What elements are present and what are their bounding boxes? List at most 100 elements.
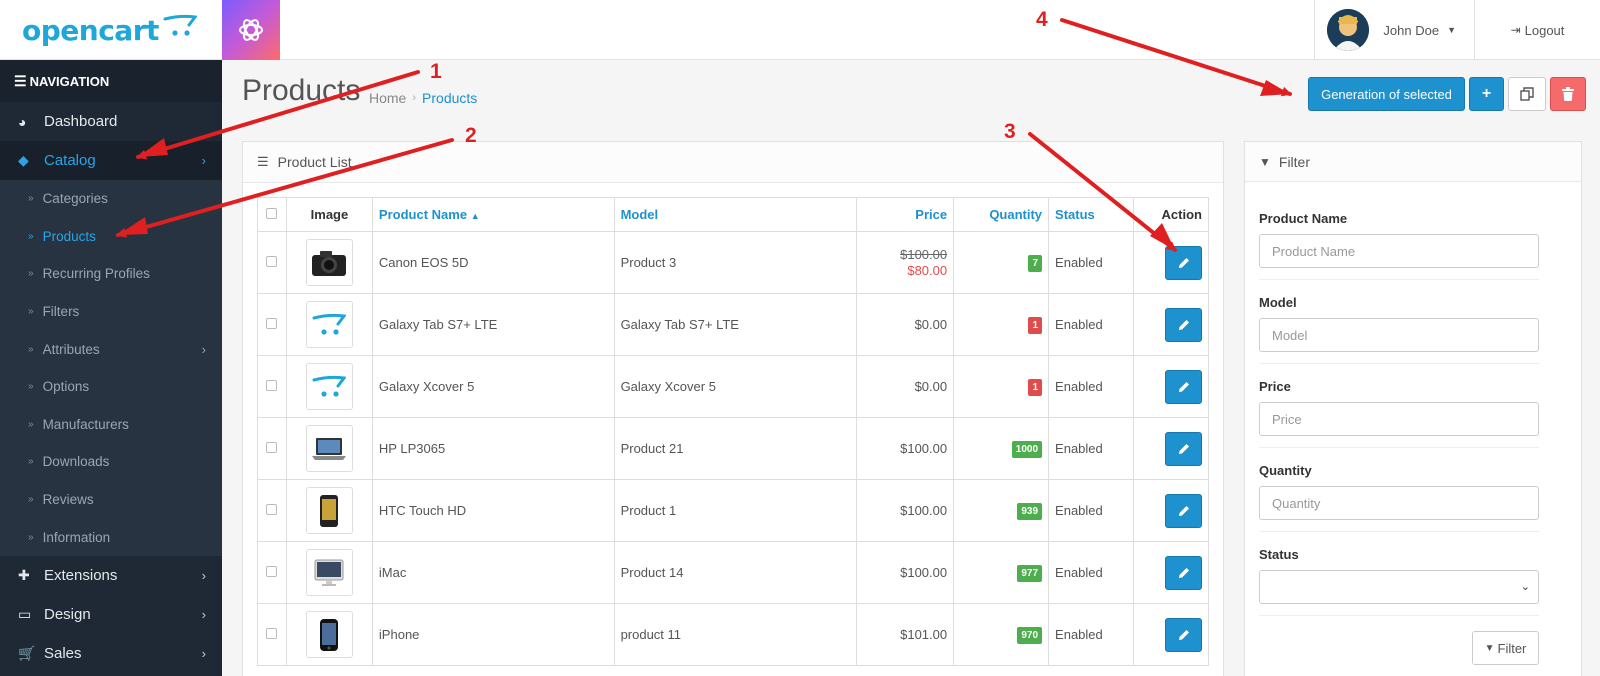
sidebar-subitem-attributes[interactable]: » Attributes › bbox=[0, 330, 222, 368]
column-quantity[interactable]: Quantity bbox=[953, 197, 1050, 232]
filter-model-input[interactable] bbox=[1259, 318, 1539, 352]
product-price: $100.00 bbox=[900, 441, 948, 456]
avatar bbox=[1327, 9, 1370, 51]
sidebar-subitem-recurring-profiles[interactable]: » Recurring Profiles bbox=[0, 255, 222, 293]
sidebar-item-dashboard[interactable]: ◕ Dashboard bbox=[0, 102, 222, 141]
row-checkbox[interactable] bbox=[266, 380, 278, 391]
product-image-cell bbox=[285, 541, 373, 604]
sidebar-item-catalog[interactable]: ◆ Catalog › bbox=[0, 141, 222, 180]
row-checkbox[interactable] bbox=[266, 318, 278, 329]
sidebar-subitem-filters[interactable]: » Filters bbox=[0, 292, 222, 331]
filter-quantity-label: Quantity bbox=[1259, 463, 1312, 478]
chevron-down-icon: ⌄ bbox=[1520, 581, 1530, 593]
column-status[interactable]: Status bbox=[1048, 197, 1134, 232]
filter-product-name-input[interactable] bbox=[1259, 234, 1539, 268]
original-price: $100.00 bbox=[900, 246, 948, 262]
product-price-cell: $100.00 bbox=[856, 541, 955, 604]
row-select-cell bbox=[257, 417, 287, 480]
edit-button[interactable] bbox=[1165, 369, 1202, 404]
sidebar-subitem-products[interactable]: » Products bbox=[0, 217, 222, 256]
filter-button[interactable]: ▼ Filter bbox=[1472, 631, 1539, 665]
sidebar-subitem-label: Information bbox=[42, 529, 111, 545]
sidebar-subitem-information[interactable]: » Information bbox=[0, 518, 222, 556]
product-status: Enabled bbox=[1048, 417, 1134, 480]
edit-button[interactable] bbox=[1165, 431, 1202, 466]
sidebar-item-sales[interactable]: 🛒 Sales › bbox=[0, 634, 222, 673]
product-price: $0.00 bbox=[914, 379, 948, 394]
product-price-cell: $0.00 bbox=[856, 355, 955, 418]
edit-button[interactable] bbox=[1165, 617, 1202, 652]
product-price-cell: $100.00 $80.00 bbox=[856, 231, 955, 294]
page-title: Products bbox=[242, 74, 361, 107]
select-all-cell bbox=[257, 197, 287, 232]
sidebar-item-design[interactable]: ▭ Design › bbox=[0, 595, 222, 634]
select-all-checkbox[interactable] bbox=[266, 208, 278, 219]
product-quantity-cell: 1 bbox=[953, 293, 1050, 356]
add-new-button[interactable]: + bbox=[1469, 77, 1504, 111]
column-model[interactable]: Model bbox=[613, 197, 858, 232]
filter-panel: ▼ Filter Product Name Model Price Quanti… bbox=[1244, 141, 1582, 676]
edit-button[interactable] bbox=[1165, 493, 1202, 528]
row-checkbox[interactable] bbox=[266, 628, 278, 639]
column-price[interactable]: Price bbox=[856, 197, 955, 232]
sidebar-subitem-reviews[interactable]: » Reviews bbox=[0, 480, 222, 519]
row-select-cell bbox=[257, 355, 287, 418]
sidebar-subitem-manufacturers[interactable]: » Manufacturers bbox=[0, 405, 222, 444]
table-row: iMac Product 14 $100.00 977 Enabled bbox=[257, 541, 1210, 604]
row-checkbox[interactable] bbox=[266, 442, 278, 453]
product-thumbnail bbox=[305, 301, 353, 348]
filter-title: Filter bbox=[1278, 153, 1311, 170]
edit-button[interactable] bbox=[1165, 245, 1202, 280]
sidebar-navigation: ☰ NAVIGATION ◕ Dashboard ◆ Catalog › » C… bbox=[0, 60, 222, 676]
sort-asc-icon: ▲ bbox=[470, 211, 480, 221]
double-chevron-icon: » bbox=[28, 381, 34, 393]
breadcrumb: Home › Products bbox=[369, 90, 477, 106]
puzzle-icon: ✚ bbox=[18, 566, 30, 583]
delete-button[interactable] bbox=[1550, 77, 1586, 111]
breadcrumb-products[interactable]: Products bbox=[422, 90, 477, 106]
pencil-icon bbox=[1178, 567, 1189, 578]
openai-icon[interactable] bbox=[222, 0, 280, 60]
product-action-cell bbox=[1132, 293, 1210, 356]
filter-price-input[interactable] bbox=[1259, 402, 1539, 436]
filter-status-select[interactable]: ⌄ bbox=[1259, 570, 1539, 604]
list-icon: ☰ bbox=[257, 154, 269, 169]
row-checkbox[interactable] bbox=[266, 504, 278, 515]
filter-quantity-input[interactable] bbox=[1259, 486, 1539, 520]
logout-link[interactable]: ⇥ Logout bbox=[1474, 0, 1600, 60]
copy-button[interactable] bbox=[1508, 77, 1546, 111]
sidebar-subitem-options[interactable]: » Options bbox=[0, 367, 222, 406]
trash-icon bbox=[1562, 87, 1574, 101]
sidebar-subitem-label: Manufacturers bbox=[42, 416, 129, 432]
breadcrumb-home[interactable]: Home bbox=[369, 90, 406, 106]
column-image: Image bbox=[285, 197, 373, 232]
edit-button[interactable] bbox=[1165, 555, 1202, 590]
row-checkbox[interactable] bbox=[266, 256, 278, 267]
generation-of-selected-button[interactable]: Generation of selected bbox=[1308, 77, 1465, 111]
special-price: $80.00 bbox=[907, 262, 948, 278]
double-chevron-icon: » bbox=[28, 230, 34, 242]
user-menu[interactable]: John Doe ▼ bbox=[1314, 0, 1474, 60]
product-name: Galaxy Tab S7+ LTE bbox=[371, 293, 615, 356]
opencart-logo[interactable]: opencart bbox=[0, 0, 222, 60]
edit-button[interactable] bbox=[1165, 307, 1202, 342]
chevron-right-icon: › bbox=[201, 341, 206, 357]
product-price: $100.00 bbox=[900, 565, 948, 580]
product-status: Enabled bbox=[1048, 603, 1134, 666]
product-name: HTC Touch HD bbox=[371, 479, 615, 542]
product-price-cell: $101.00 bbox=[856, 603, 955, 666]
filter-funnel-icon: ▼ bbox=[1259, 154, 1271, 169]
divider bbox=[1259, 363, 1539, 364]
table-row: HP LP3065 Product 21 $100.00 1000 Enabled bbox=[257, 417, 1210, 480]
product-thumbnail bbox=[305, 425, 353, 472]
product-thumbnail bbox=[305, 239, 353, 286]
sidebar-subitem-categories[interactable]: » Categories bbox=[0, 180, 222, 218]
filter-status-label: Status bbox=[1259, 547, 1299, 562]
column-product-name[interactable]: Product Name ▲ bbox=[371, 197, 615, 232]
sidebar-subitem-downloads[interactable]: » Downloads bbox=[0, 443, 222, 481]
sidebar-item-extensions[interactable]: ✚ Extensions › bbox=[0, 556, 222, 595]
product-model: Product 3 bbox=[613, 231, 858, 294]
row-checkbox[interactable] bbox=[266, 566, 278, 577]
product-status: Enabled bbox=[1048, 479, 1134, 542]
quantity-badge: 1000 bbox=[1011, 440, 1043, 458]
